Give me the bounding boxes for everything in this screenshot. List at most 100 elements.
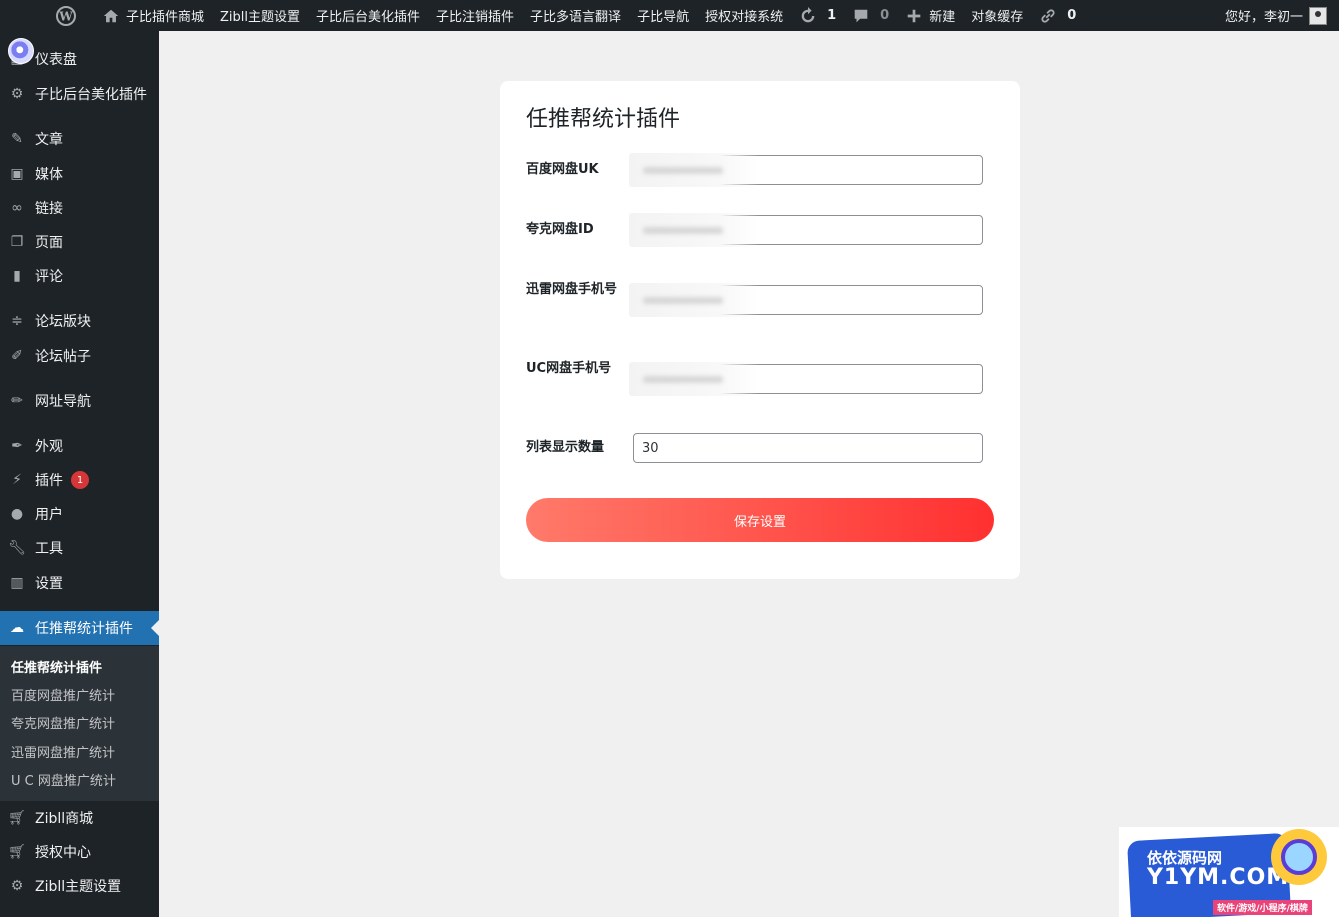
sidebar-item-label: 论坛帖子 <box>35 349 91 365</box>
comments-link[interactable]: 0 <box>844 0 897 31</box>
account-deletion-link[interactable]: 子比注销插件 <box>428 0 522 31</box>
links-count: 0 <box>1067 8 1077 23</box>
navigation-link[interactable]: 子比导航 <box>629 0 697 31</box>
sidebar-item-label: 页面 <box>35 235 63 251</box>
site-avatar-icon <box>8 38 34 64</box>
sidebar-item-label: Zibll商城 <box>35 811 94 827</box>
sidebar-item-media[interactable]: ▣ 媒体 <box>0 157 159 191</box>
updates-link[interactable]: 1 <box>791 0 844 31</box>
sidebar-item-appearance[interactable]: ✒ 外观 <box>0 429 159 463</box>
sidebar-item-links[interactable]: ∞ 链接 <box>0 191 159 225</box>
cloud-icon: ☁ <box>10 620 24 636</box>
sidebar-item-label: 评论 <box>35 269 63 285</box>
sidebar-item-label: 插件 <box>35 473 63 489</box>
account-deletion-label: 子比注销插件 <box>436 10 515 25</box>
object-cache-label: 对象缓存 <box>971 10 1024 25</box>
sidebar-item-pages[interactable]: ❐ 页面 <box>0 225 159 259</box>
sidebar-item-label: 链接 <box>35 201 63 217</box>
submenu-item-uc[interactable]: U C 网盘推广统计 <box>11 770 116 789</box>
sidebar-item-label: 论坛版块 <box>35 314 91 330</box>
brush-icon: ✏ <box>11 393 23 409</box>
sidebar-item-rentuibang[interactable]: ☁ 任推帮统计插件 <box>0 611 159 645</box>
comment-icon <box>854 9 868 22</box>
wordpress-logo-menu[interactable]: W <box>0 0 84 31</box>
submenu-item-xunlei[interactable]: 迅雷网盘推广统计 <box>11 742 115 761</box>
object-cache-link[interactable]: 对象缓存 <box>963 0 1031 31</box>
translation-link[interactable]: 子比多语言翻译 <box>522 0 629 31</box>
sidebar-item-beautify[interactable]: ⚙ 子比后台美化插件 <box>0 77 159 111</box>
list-count-label: 列表显示数量 <box>526 440 605 455</box>
submenu-item-baidu[interactable]: 百度网盘推广统计 <box>11 685 115 704</box>
site-home-link[interactable]: 子比插件商城 <box>84 0 212 31</box>
license-system-link[interactable]: 授权对接系统 <box>697 0 791 31</box>
backend-beautify-label: 子比后台美化插件 <box>316 10 421 25</box>
sidebar-item-posts[interactable]: ✎ 文章 <box>0 122 159 156</box>
pin-icon: ✎ <box>11 131 23 147</box>
settings-icon: ▥ <box>10 575 24 591</box>
sidebar-item-label: 子比后台美化插件 <box>35 87 147 103</box>
refresh-icon <box>801 6 815 22</box>
admin-sidebar: 任推帮统计插件 百度网盘推广统计 夸克网盘推广统计 迅雷网盘推广统计 U C 网… <box>0 31 159 917</box>
plugin-submenu: 任推帮统计插件 百度网盘推广统计 夸克网盘推广统计 迅雷网盘推广统计 U C 网… <box>0 646 159 801</box>
zibll-theme-settings-link[interactable]: Zibll主题设置 <box>212 0 308 31</box>
sidebar-item-zibll-shop[interactable]: 🛒︎ Zibll商城 <box>0 801 159 835</box>
new-content-link[interactable]: 新建 <box>897 0 963 31</box>
avatar <box>1309 6 1327 25</box>
forum-icon: ≑ <box>11 313 23 329</box>
link-icon <box>1041 8 1055 23</box>
link-icon: ∞ <box>11 200 23 216</box>
sidebar-item-forum-sections[interactable]: ≑ 论坛版块 <box>0 304 159 338</box>
sidebar-item-label: 文章 <box>35 132 63 148</box>
sidebar-item-label: 任推帮统计插件 <box>35 621 133 637</box>
plugin-icon: ⚡ <box>12 472 22 488</box>
license-system-label: 授权对接系统 <box>705 10 784 25</box>
post-icon: ✐ <box>11 348 23 364</box>
media-icon: ▣ <box>10 166 24 182</box>
magnifier-icon <box>1271 829 1327 885</box>
sidebar-item-label: 外观 <box>35 439 63 455</box>
links-link[interactable]: 0 <box>1031 0 1084 31</box>
sidebar-item-label: 设置 <box>35 576 63 592</box>
gear-icon: ⚙ <box>10 878 24 894</box>
sidebar-item-label: 工具 <box>35 541 63 557</box>
my-account-menu[interactable]: 您好，李初一 <box>1225 0 1339 31</box>
sidebar-item-tools[interactable]: 🔧︎ 工具 <box>0 531 159 565</box>
redacted-value <box>629 283 759 317</box>
comments-count: 0 <box>880 8 890 23</box>
backend-beautify-link[interactable]: 子比后台美化插件 <box>308 0 428 31</box>
sidebar-item-comments[interactable]: ▮ 评论 <box>0 259 159 293</box>
cart-icon: 🛒︎ <box>8 810 26 826</box>
svg-text:W: W <box>58 9 73 23</box>
user-icon: ● <box>10 506 24 522</box>
sidebar-item-url-navigation[interactable]: ✏ 网址导航 <box>0 384 159 418</box>
sidebar-item-plugins[interactable]: ⚡ 插件 1 <box>0 463 159 497</box>
save-settings-button[interactable]: 保存设置 <box>526 498 994 542</box>
sidebar-item-settings[interactable]: ▥ 设置 <box>0 566 159 600</box>
page-icon: ❐ <box>10 234 24 250</box>
sidebar-item-label: 仪表盘 <box>35 52 77 68</box>
redacted-value <box>629 213 759 247</box>
uc-phone-label: UC网盘手机号 <box>526 361 612 376</box>
xunlei-phone-label: 迅雷网盘手机号 <box>526 282 618 297</box>
user-greeting: 您好，李初一 <box>1224 10 1303 25</box>
sidebar-item-users[interactable]: ● 用户 <box>0 497 159 531</box>
submenu-item-overview[interactable]: 任推帮统计插件 <box>11 657 102 676</box>
watermark-tagline: 软件/游戏/小程序/棋牌 <box>1213 900 1312 915</box>
list-count-input[interactable] <box>633 433 983 463</box>
navigation-label: 子比导航 <box>637 10 690 25</box>
wrench-icon: 🔧︎ <box>8 540 26 556</box>
redacted-value <box>629 362 759 396</box>
sidebar-item-label: 用户 <box>35 507 63 523</box>
redacted-value <box>629 153 759 187</box>
appearance-icon: ✒ <box>11 438 23 454</box>
zibll-theme-settings-label: Zibll主题设置 <box>220 10 301 25</box>
watermark-domain: Y1YM.COM <box>1147 865 1290 890</box>
wordpress-icon: W <box>56 5 76 26</box>
cart-icon: 🛒︎ <box>8 844 26 860</box>
submenu-item-quark[interactable]: 夸克网盘推广统计 <box>11 713 115 732</box>
sidebar-item-forum-posts[interactable]: ✐ 论坛帖子 <box>0 339 159 373</box>
sidebar-item-zibll-theme-settings[interactable]: ⚙ Zibll主题设置 <box>0 869 159 903</box>
updates-count: 1 <box>827 8 837 23</box>
plugin-update-badge: 1 <box>71 471 89 489</box>
sidebar-item-license-center[interactable]: 🛒︎ 授权中心 <box>0 835 159 869</box>
